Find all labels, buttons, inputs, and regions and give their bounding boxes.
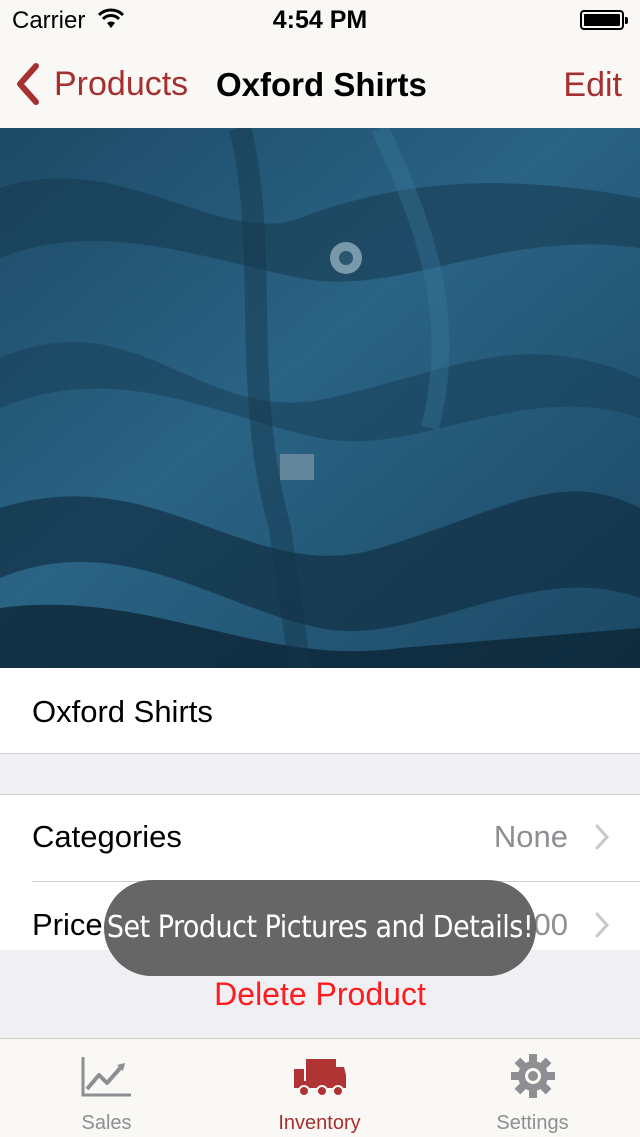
price-value: 00 [533, 907, 568, 942]
tab-bar: Sales Inventory Settings [0, 1038, 640, 1137]
chevron-right-icon [595, 912, 610, 938]
categories-label: Categories [32, 819, 182, 854]
battery-icon [580, 10, 628, 30]
section-gap [0, 754, 640, 794]
status-bar: Carrier 4:54 PM [0, 0, 640, 40]
product-name-row[interactable]: Oxford Shirts [0, 668, 640, 754]
tab-inventory[interactable]: Inventory [213, 1039, 426, 1137]
tab-settings-label: Settings [496, 1112, 569, 1134]
product-image [0, 128, 640, 668]
toast-message: Set Product Pictures and Details! [104, 880, 536, 976]
tab-settings[interactable]: Settings [426, 1039, 639, 1137]
product-name: Oxford Shirts [32, 694, 213, 729]
product-photo[interactable] [0, 128, 640, 668]
categories-value: None [493, 819, 568, 854]
chevron-left-icon [17, 63, 39, 105]
status-time: 4:54 PM [272, 6, 368, 34]
back-button[interactable]: Products [14, 62, 188, 106]
page-title: Oxford Shirts [216, 66, 427, 103]
chevron-right-icon [595, 824, 610, 850]
chart-icon [81, 1057, 131, 1097]
edit-button[interactable]: Edit [563, 66, 622, 105]
truck-icon [293, 1059, 346, 1097]
gear-icon [510, 1054, 555, 1098]
tab-inventory-label: Inventory [278, 1112, 361, 1134]
price-label: Price [32, 907, 103, 942]
categories-cell[interactable]: Categories None [0, 795, 640, 882]
back-button-label: Products [54, 64, 189, 103]
tab-sales-label: Sales [81, 1112, 132, 1134]
tab-sales[interactable]: Sales [0, 1039, 213, 1137]
navigation-bar: Products Oxford Shirts Edit [0, 40, 640, 129]
